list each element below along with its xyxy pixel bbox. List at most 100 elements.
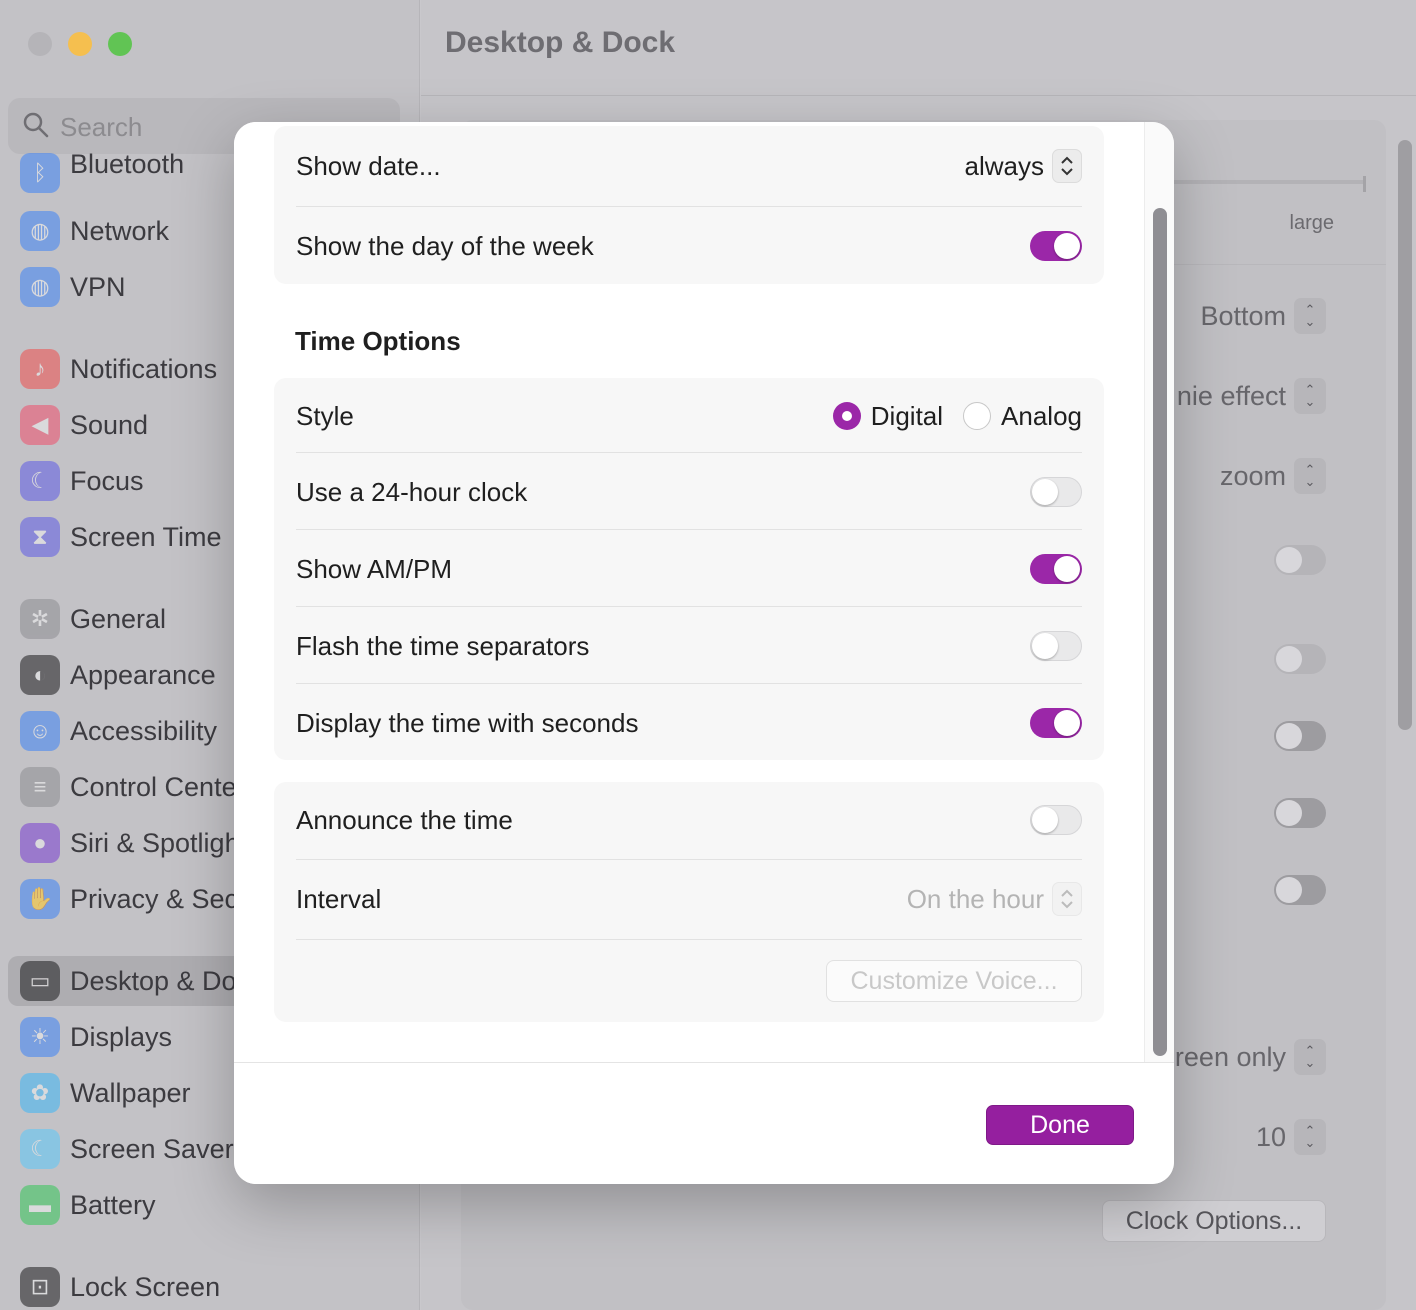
size-slider-track[interactable] [1161, 180, 1366, 184]
radio-selected-icon [832, 402, 861, 430]
siri-icon: ● [20, 823, 60, 863]
lock-icon: ⊡ [20, 1267, 60, 1307]
sidebar-item-lock-screen[interactable]: ⊡ Lock Screen [8, 1262, 428, 1310]
am-pm-toggle[interactable] [1030, 554, 1082, 584]
chevron-updown-icon: ⌃ ⌄ [1294, 298, 1326, 334]
stage-manager-popup[interactable]: reen only ⌃ ⌄ [1175, 1039, 1326, 1075]
seconds-label: Display the time with seconds [296, 707, 639, 738]
dialog-scrollbar-thumb[interactable] [1153, 208, 1167, 1056]
seconds-toggle[interactable] [1030, 708, 1082, 738]
background-toggle[interactable] [1274, 875, 1326, 905]
row-divider [296, 206, 1082, 207]
background-toggle[interactable] [1274, 798, 1326, 828]
double-click-popup[interactable]: zoom ⌃ ⌄ [1220, 458, 1326, 494]
customize-voice-button[interactable]: Customize Voice... [826, 960, 1082, 1002]
flash-separators-label: Flash the time separators [296, 630, 590, 661]
radio-analog[interactable]: Analog [963, 401, 1082, 432]
clock-options-dialog: Show date... always Show the day of the … [234, 122, 1174, 1184]
position-popup[interactable]: Bottom ⌃ ⌄ [1200, 298, 1326, 334]
close-window-button[interactable] [28, 32, 52, 56]
search-placeholder: Search [60, 112, 143, 142]
chevron-updown-icon: ⌃ ⌄ [1294, 1039, 1326, 1075]
radio-analog-label: Analog [1001, 400, 1082, 431]
sidebar-item-label: Accessibility [70, 715, 218, 746]
dialog-scrollbar-track[interactable] [1144, 122, 1174, 1062]
minimize-window-button[interactable] [68, 32, 92, 56]
screensaver-icon: ☾ [20, 1129, 60, 1169]
speaker-icon: ◀ [20, 405, 60, 445]
sidebar-item-label: Bluetooth [70, 148, 185, 179]
appearance-icon: ◐ [20, 655, 60, 695]
recent-apps-stepper[interactable]: 10 ⌃ ⌄ [1256, 1119, 1326, 1155]
sidebar-item-label: Siri & Spotligh [70, 827, 240, 858]
dialog-content: Show date... always Show the day of the … [234, 122, 1144, 1062]
day-of-week-toggle[interactable] [1030, 231, 1082, 261]
24-hour-label: Use a 24-hour clock [296, 476, 528, 507]
minimize-effect-popup[interactable]: nie effect ⌃ ⌄ [1177, 378, 1326, 414]
time-options-group: Style Digital Analog Use a 24-hour clock [274, 378, 1104, 760]
sidebar-item-label: Battery [70, 1189, 156, 1220]
announce-label: Announce the time [296, 804, 513, 835]
flower-icon: ✿ [20, 1073, 60, 1113]
flash-separators-toggle[interactable] [1030, 631, 1082, 661]
sidebar-item-label: Network [70, 215, 170, 246]
sidebar-item-label: Focus [70, 465, 144, 496]
sidebar-item-label: Sound [70, 409, 149, 440]
sidebar-item-label: Lock Screen [70, 1271, 221, 1302]
background-toggle[interactable] [1274, 721, 1326, 751]
accessibility-icon: ☺ [20, 711, 60, 751]
bell-icon: ♪ [20, 349, 60, 389]
row-divider [296, 683, 1082, 684]
radio-digital[interactable]: Digital [832, 400, 944, 432]
sidebar-item-label: Screen Time [70, 521, 222, 552]
radio-unselected-icon [963, 402, 992, 430]
interval-row: Interval On the hour [296, 877, 1082, 921]
time-options-heading: Time Options [295, 326, 461, 356]
radio-digital-label: Digital [870, 400, 944, 431]
done-button[interactable]: Done [986, 1105, 1134, 1145]
date-options-group: Show date... always Show the day of the … [274, 126, 1104, 284]
main-header: Desktop & Dock [421, 0, 1416, 96]
sidebar-item-label: General [70, 603, 167, 634]
minimize-effect-value: nie effect [1176, 380, 1286, 411]
battery-icon: ▬ [20, 1185, 60, 1225]
clock-options-button[interactable]: Clock Options... [1102, 1200, 1326, 1242]
row-divider [296, 606, 1082, 607]
interval-popup[interactable]: On the hour [907, 882, 1082, 916]
24-hour-toggle[interactable] [1030, 477, 1082, 507]
background-toggle[interactable] [1274, 545, 1326, 575]
search-icon [23, 112, 49, 138]
sidebar-item-label: Privacy & Sec [70, 883, 239, 914]
day-of-week-label: Show the day of the week [296, 230, 594, 261]
sidebar-item-label: Displays [70, 1021, 173, 1052]
24-hour-row: Use a 24-hour clock [296, 470, 1082, 514]
chevron-updown-icon: ⌃ ⌄ [1294, 378, 1326, 414]
show-date-value: always [964, 150, 1044, 181]
sidebar-item-label: Screen Saver [70, 1133, 234, 1164]
sun-icon: ☀ [20, 1017, 60, 1057]
slider-tick [1363, 176, 1366, 192]
style-row: Style Digital Analog [296, 396, 1082, 436]
hand-icon: ✋ [20, 879, 60, 919]
day-of-week-row: Show the day of the week [296, 226, 1082, 266]
sidebar-item-battery[interactable]: ▬ Battery [8, 1180, 428, 1230]
sidebar-item-label: Notifications [70, 353, 218, 384]
page-title: Desktop & Dock [445, 26, 676, 59]
row-divider [296, 859, 1082, 860]
announce-toggle[interactable] [1030, 805, 1082, 835]
position-value: Bottom [1200, 300, 1286, 331]
flash-separators-row: Flash the time separators [296, 624, 1082, 668]
interval-label: Interval [296, 883, 382, 914]
row-divider [296, 452, 1082, 453]
seconds-row: Display the time with seconds [296, 701, 1082, 745]
show-date-popup[interactable]: always [965, 149, 1082, 183]
zoom-window-button[interactable] [108, 32, 132, 56]
sidebar-item-label: VPN [70, 271, 126, 302]
moon-icon: ☾ [20, 461, 60, 501]
main-scrollbar[interactable] [1398, 140, 1412, 730]
am-pm-row: Show AM/PM [296, 547, 1082, 591]
double-click-value: zoom [1219, 460, 1286, 491]
am-pm-label: Show AM/PM [296, 553, 453, 584]
background-toggle[interactable] [1274, 644, 1326, 674]
row-divider [296, 529, 1082, 530]
